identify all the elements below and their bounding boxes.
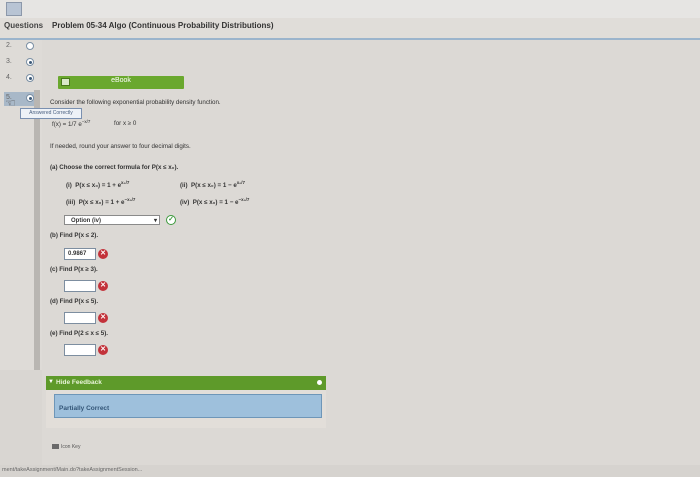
- incorrect-x-icon: ✕: [98, 249, 108, 259]
- hide-feedback-button[interactable]: ▼ Hide Feedback: [46, 376, 326, 390]
- part-e-prompt: (e) Find P(2 ≤ x ≤ 5).: [50, 330, 109, 337]
- option-i: (i) P(x ≤ x₀) = 1 + ex₀/7: [66, 180, 130, 190]
- pointer-cursor-icon: ☜: [5, 96, 16, 110]
- incorrect-x-icon: ✕: [98, 313, 108, 323]
- ebook-button[interactable]: eBook: [58, 76, 184, 89]
- part-b-prompt: (b) Find P(x ≤ 2).: [50, 232, 99, 239]
- status-dot-icon: [26, 42, 34, 50]
- sidebar-scrollbar[interactable]: [34, 90, 40, 370]
- incorrect-x-icon: ✕: [98, 281, 108, 291]
- part-e-answer-input[interactable]: [64, 344, 96, 356]
- dot-icon: [317, 380, 322, 385]
- browser-statusbar: ment/takeAssignment/Main.do?takeAssignme…: [0, 465, 700, 477]
- correct-check-icon: ✓: [166, 215, 176, 225]
- status-dot-icon: [26, 94, 34, 102]
- chevron-down-icon: ▾: [153, 218, 157, 224]
- question-content: eBook ☜ Answered Correctly Consider the …: [5, 40, 700, 477]
- question-item-2[interactable]: 2.: [4, 40, 40, 54]
- part-d-answer-input[interactable]: [64, 312, 96, 324]
- answered-correctly-tag: Answered Correctly: [20, 108, 82, 119]
- option-iii: (iii) P(x ≤ x₀) = 1 + e−x₀/7: [66, 197, 136, 207]
- part-d-prompt: (d) Find P(x ≤ 5).: [50, 298, 99, 305]
- problem-intro: Consider the following exponential proba…: [50, 99, 221, 106]
- icon-key-link[interactable]: Icon Key: [52, 444, 80, 450]
- option-iv: (iv) P(x ≤ x₀) = 1 − e−x₀/7: [180, 197, 250, 207]
- status-url: ment/takeAssignment/Main.do?takeAssignme…: [2, 467, 143, 473]
- partially-correct-banner: Partially Correct: [54, 394, 322, 418]
- part-a-prompt: (a) Choose the correct formula for P(x ≤…: [50, 164, 179, 171]
- triangle-down-icon: ▼: [48, 379, 54, 385]
- question-item-3[interactable]: 3.: [4, 56, 40, 70]
- status-dot-icon: [26, 58, 34, 66]
- formula-select[interactable]: Option (iv) ▾: [64, 215, 160, 225]
- menu-icon[interactable]: [6, 2, 22, 16]
- header: Questions Problem 05-34 Algo (Continuous…: [0, 18, 700, 40]
- problem-title: Problem 05-34 Algo (Continuous Probabili…: [52, 21, 274, 30]
- part-c-prompt: (c) Find P(x ≥ 3).: [50, 266, 98, 273]
- questions-tab[interactable]: Questions: [4, 21, 43, 30]
- browser-topbar: [0, 0, 700, 19]
- part-b-answer-input[interactable]: 0.9867: [64, 248, 96, 260]
- key-icon: [52, 444, 59, 450]
- round-note: If needed, round your answer to four dec…: [50, 143, 191, 150]
- pdf-formula: f(x) = 1/7 e−x/7: [52, 119, 91, 129]
- incorrect-x-icon: ✕: [98, 345, 108, 355]
- feedback-panel: Partially Correct: [46, 390, 326, 428]
- pdf-domain: for x ≥ 0: [114, 120, 137, 127]
- question-item-4[interactable]: 4.: [4, 72, 40, 86]
- part-c-answer-input[interactable]: [64, 280, 96, 292]
- option-ii: (ii) P(x ≤ x₀) = 1 − ex₀/7: [180, 180, 246, 190]
- status-dot-icon: [26, 74, 34, 82]
